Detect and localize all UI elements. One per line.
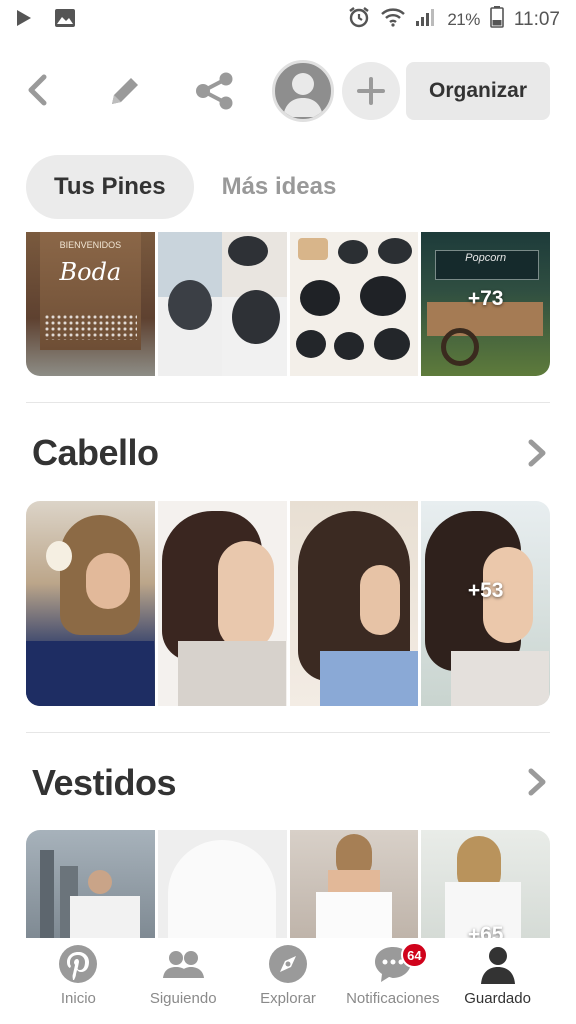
board-preview-strip[interactable]: BIENVENIDOS Boda Popcorn +73 xyxy=(26,232,550,376)
nav-notificaciones[interactable]: 64 Notificaciones xyxy=(340,938,445,1018)
pencil-icon xyxy=(112,78,138,104)
pin-thumbnail[interactable]: BIENVENIDOS Boda xyxy=(26,232,155,376)
pin-thumbnail[interactable]: Popcorn +73 xyxy=(421,232,550,376)
board-tabs: Tus Pines Más ideas xyxy=(26,155,364,219)
board-preview-strip[interactable]: +65 xyxy=(26,830,550,938)
share-button[interactable] xyxy=(192,70,238,112)
status-bar: 21% 11:07 xyxy=(0,0,576,40)
wifi-icon xyxy=(381,7,406,33)
people-icon xyxy=(163,951,205,978)
board-action-bar: Organizar xyxy=(0,58,576,124)
pin-thumbnail[interactable] xyxy=(26,501,155,706)
board-preview-strip[interactable]: +53 xyxy=(26,501,550,706)
nav-label: Inicio xyxy=(60,990,96,1007)
pin-thumbnail[interactable] xyxy=(157,232,287,376)
pin-thumbnail[interactable] xyxy=(289,501,419,706)
tab-mas-ideas[interactable]: Más ideas xyxy=(194,155,365,219)
back-button[interactable] xyxy=(18,70,58,110)
alarm-icon xyxy=(347,5,371,35)
notification-badge: 64 xyxy=(401,942,428,968)
chevron-right-icon[interactable] xyxy=(522,767,552,797)
signal-icon xyxy=(415,7,437,33)
chevron-right-icon[interactable] xyxy=(522,438,552,468)
board-title-vestidos[interactable]: Vestidos xyxy=(32,762,177,804)
nav-label: Notificaciones xyxy=(346,990,440,1007)
compass-icon xyxy=(268,945,307,983)
section-divider xyxy=(26,402,550,403)
play-store-icon xyxy=(16,9,32,32)
pin-thumbnail[interactable] xyxy=(289,830,419,938)
gallery-icon xyxy=(54,8,76,33)
nav-guardado[interactable]: Guardado xyxy=(445,938,550,1018)
pin-thumbnail[interactable] xyxy=(157,830,287,938)
tab-tus-pines[interactable]: Tus Pines xyxy=(26,155,194,219)
board-title-cabello[interactable]: Cabello xyxy=(32,432,159,474)
user-silhouette-icon xyxy=(283,73,323,117)
nav-explorar[interactable]: Explorar xyxy=(236,938,341,1018)
pin-thumbnail[interactable]: +65 xyxy=(421,830,550,938)
section-divider xyxy=(26,732,550,733)
nav-label: Guardado xyxy=(464,990,531,1007)
pin-thumbnail[interactable] xyxy=(157,501,287,706)
nav-label: Siguiendo xyxy=(149,990,217,1007)
edit-button[interactable] xyxy=(104,70,146,112)
sign-title-text: Boda xyxy=(59,258,122,286)
chevron-left-icon xyxy=(28,74,47,106)
more-pins-count: +53 xyxy=(467,578,504,602)
share-icon xyxy=(196,72,233,110)
nav-inicio[interactable]: Inicio xyxy=(26,938,131,1018)
plus-icon xyxy=(357,77,385,105)
more-pins-count: +73 xyxy=(467,286,504,310)
cart-sign-text: Popcorn xyxy=(465,252,507,264)
sign-header-text: BIENVENIDOS xyxy=(59,240,122,250)
avatar[interactable] xyxy=(272,60,334,122)
person-icon xyxy=(480,947,515,984)
nav-label: Explorar xyxy=(260,990,316,1007)
clock-time: 11:07 xyxy=(513,9,560,30)
pinterest-icon xyxy=(59,945,98,983)
battery-icon xyxy=(490,6,504,34)
more-pins-count: +65 xyxy=(467,922,504,938)
pin-thumbnail[interactable] xyxy=(26,830,155,938)
organize-button[interactable]: Organizar xyxy=(406,62,550,120)
add-collaborator-button[interactable] xyxy=(342,62,400,120)
nav-siguiendo[interactable]: Siguiendo xyxy=(131,938,236,1018)
pin-thumbnail[interactable] xyxy=(289,232,419,376)
battery-percent: 21% xyxy=(447,10,480,29)
pin-thumbnail[interactable]: +53 xyxy=(421,501,550,706)
bottom-navigation: Inicio Siguiendo Explorar 64 Notificacio… xyxy=(26,938,550,1018)
